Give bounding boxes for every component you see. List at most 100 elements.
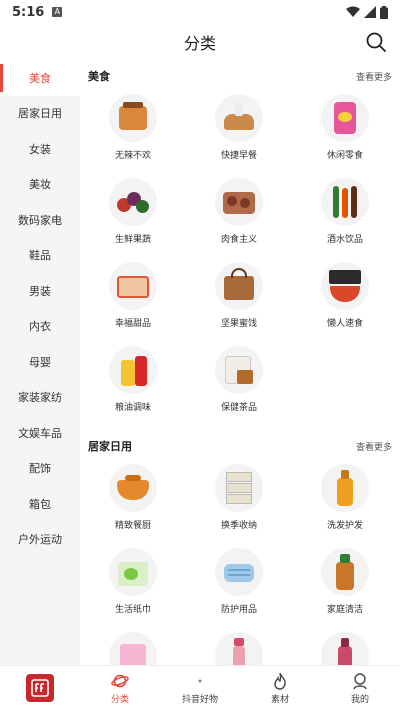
nav-tab-douyin-goods[interactable]: 抖音好物: [160, 666, 240, 710]
sidebar-item-digital[interactable]: 数码家电: [0, 202, 80, 238]
sidebar-item-mens-wear[interactable]: 男装: [0, 273, 80, 309]
sidebar-item-shoes[interactable]: 鞋品: [0, 238, 80, 274]
app-logo[interactable]: [0, 666, 80, 710]
subcategory-label: 幸福甜品: [114, 319, 151, 329]
subcategory-label: 懒人速食: [326, 319, 363, 329]
see-more-link[interactable]: 查看更多: [356, 70, 392, 83]
subcategory-item[interactable]: 快捷早餐: [186, 92, 292, 172]
subcategory-item[interactable]: [80, 630, 186, 665]
nav-tab-label: 素材: [270, 694, 289, 705]
sidebar-item-label: 箱包: [29, 497, 51, 511]
product-image: [215, 548, 263, 596]
subcategory-item[interactable]: 防护用品: [186, 546, 292, 626]
subcategory-label: 保健茶品: [220, 403, 257, 413]
sidebar-item-bags[interactable]: 箱包: [0, 486, 80, 522]
subcategory-item[interactable]: [292, 630, 398, 665]
status-icons: [346, 5, 388, 19]
nav-tab-category[interactable]: 分类: [80, 666, 160, 710]
signal-icon: [364, 6, 376, 18]
product-image: [215, 346, 263, 394]
section-header-household: 居家日用 查看更多: [80, 430, 400, 462]
category-sidebar: 美食 居家日用 女装 美妆 数码家电 鞋品 男装 内衣 母婴 家装家纺 文娱车品…: [0, 60, 80, 665]
subcategory-label: 快捷早餐: [220, 151, 257, 161]
subcategory-item[interactable]: 酒水饮品: [292, 176, 398, 256]
subcategory-item[interactable]: 粮油调味: [80, 344, 186, 424]
search-icon[interactable]: [364, 30, 388, 54]
header: 分类: [0, 24, 400, 60]
see-more-link[interactable]: 查看更多: [356, 440, 392, 453]
dot-icon: [190, 672, 210, 690]
product-image: [109, 94, 157, 142]
flame-icon: [270, 672, 290, 690]
product-image: [109, 262, 157, 310]
nav-tab-label: 分类: [110, 694, 129, 705]
product-image: [215, 94, 263, 142]
subcategory-item[interactable]: 换季收纳: [186, 462, 292, 542]
subcategory-item[interactable]: 生活纸巾: [80, 546, 186, 626]
subcategory-item[interactable]: 保健茶品: [186, 344, 292, 424]
sidebar-item-label: 鞋品: [29, 249, 51, 263]
subcategory-item[interactable]: 无辣不欢: [80, 92, 186, 172]
subcategory-label: 无辣不欢: [114, 151, 151, 161]
subcategory-item[interactable]: [186, 630, 292, 665]
sidebar-item-label: 美妆: [29, 178, 51, 192]
sidebar-item-label: 母婴: [29, 355, 51, 369]
status-bar: 5:16 A: [0, 0, 400, 24]
sidebar-item-beauty[interactable]: 美妆: [0, 167, 80, 203]
sidebar-item-label: 配饰: [29, 462, 51, 476]
subcategory-label: 防护用品: [220, 605, 257, 615]
subcategory-label: 酒水饮品: [326, 235, 363, 245]
subcategory-label: 粮油调味: [114, 403, 151, 413]
product-image: [321, 464, 369, 512]
product-image: [321, 548, 369, 596]
section-title: 居家日用: [88, 440, 132, 453]
product-image: [215, 632, 263, 665]
product-image: [215, 178, 263, 226]
sidebar-item-label: 文娱车品: [18, 426, 62, 440]
subcategory-item[interactable]: 精致餐厨: [80, 462, 186, 542]
product-image: [215, 262, 263, 310]
battery-icon: [380, 5, 388, 19]
nav-tab-material[interactable]: 素材: [240, 666, 320, 710]
sidebar-item-underwear[interactable]: 内衣: [0, 309, 80, 345]
subcategory-label: 生活纸巾: [114, 605, 151, 615]
sidebar-item-food[interactable]: 美食: [0, 60, 80, 96]
sidebar-item-label: 女装: [29, 142, 51, 156]
sidebar-item-label: 数码家电: [18, 213, 62, 227]
sidebar-item-home-textiles[interactable]: 家装家纺: [0, 380, 80, 416]
subcategory-item[interactable]: 坚果蜜饯: [186, 260, 292, 340]
sidebar-item-label: 户外运动: [18, 533, 62, 547]
subcategory-item[interactable]: 休闲零食: [292, 92, 398, 172]
subcategory-item[interactable]: 肉食主义: [186, 176, 292, 256]
subcategory-label: 休闲零食: [326, 151, 363, 161]
subcategory-item[interactable]: 洗发护发: [292, 462, 398, 542]
sidebar-item-womens-wear[interactable]: 女装: [0, 131, 80, 167]
subcategory-item[interactable]: 幸福甜品: [80, 260, 186, 340]
notification-badge: A: [52, 7, 63, 17]
wifi-icon: [346, 6, 360, 17]
subcategory-label: 家庭清洁: [326, 605, 363, 615]
subcategory-label: 肉食主义: [220, 235, 257, 245]
subcategory-item[interactable]: 懒人速食: [292, 260, 398, 340]
product-image: [109, 548, 157, 596]
sidebar-item-entertainment-car[interactable]: 文娱车品: [0, 415, 80, 451]
product-image: [321, 94, 369, 142]
page-title: 分类: [183, 34, 216, 53]
user-icon: [350, 672, 370, 690]
status-time: 5:16: [12, 4, 45, 20]
nav-tab-mine[interactable]: 我的: [320, 666, 400, 710]
sidebar-item-label: 家装家纺: [18, 391, 62, 405]
subcategory-label: 坚果蜜饯: [220, 319, 257, 329]
subcategory-item[interactable]: 生鲜果蔬: [80, 176, 186, 256]
sidebar-item-household[interactable]: 居家日用: [0, 96, 80, 132]
section-title: 美食: [88, 70, 110, 83]
section-header-food: 美食 查看更多: [80, 60, 400, 92]
sidebar-item-outdoor[interactable]: 户外运动: [0, 522, 80, 558]
sidebar-item-label: 美食: [29, 71, 51, 85]
planet-icon: [110, 672, 130, 690]
subcategory-item[interactable]: 家庭清洁: [292, 546, 398, 626]
sidebar-item-label: 居家日用: [18, 107, 62, 121]
sidebar-item-baby[interactable]: 母婴: [0, 344, 80, 380]
sidebar-item-label: 男装: [29, 284, 51, 298]
sidebar-item-accessories[interactable]: 配饰: [0, 451, 80, 487]
